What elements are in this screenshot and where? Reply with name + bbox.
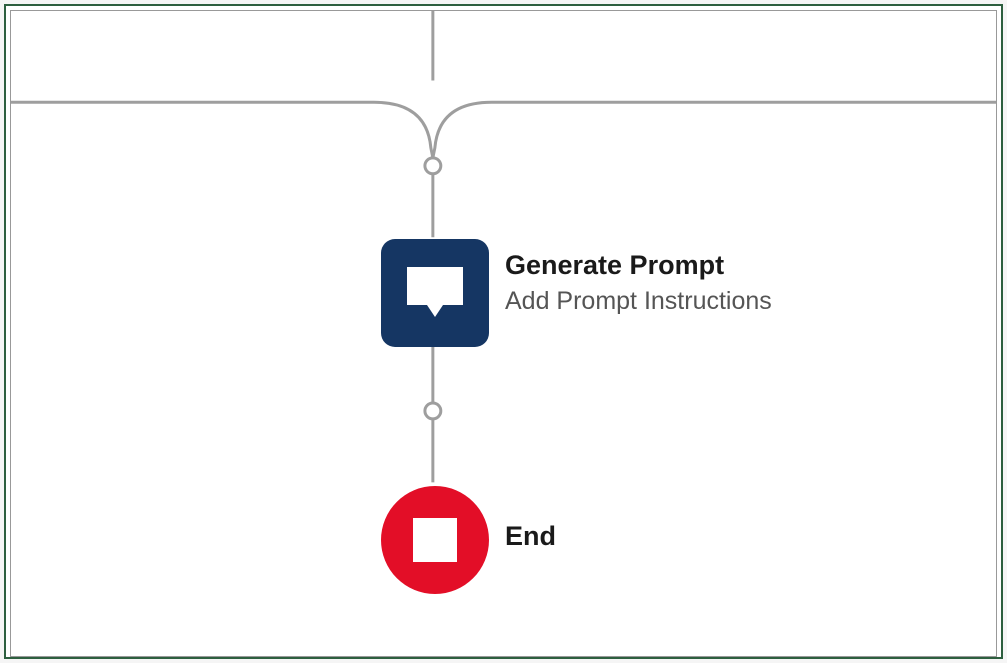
node-generate-prompt-labels: Generate Prompt Add Prompt Instructions [505,239,772,317]
workflow-canvas-frame: Generate Prompt Add Prompt Instructions … [4,4,1003,659]
stop-icon [381,486,489,594]
node-subtitle: Add Prompt Instructions [505,285,772,318]
node-title: End [505,520,556,554]
workflow-canvas[interactable]: Generate Prompt Add Prompt Instructions … [10,10,997,657]
node-end[interactable]: End [381,486,556,594]
node-title: Generate Prompt [505,249,772,283]
chat-bubble-icon [381,239,489,347]
node-end-labels: End [505,486,556,554]
node-generate-prompt[interactable]: Generate Prompt Add Prompt Instructions [381,239,772,347]
